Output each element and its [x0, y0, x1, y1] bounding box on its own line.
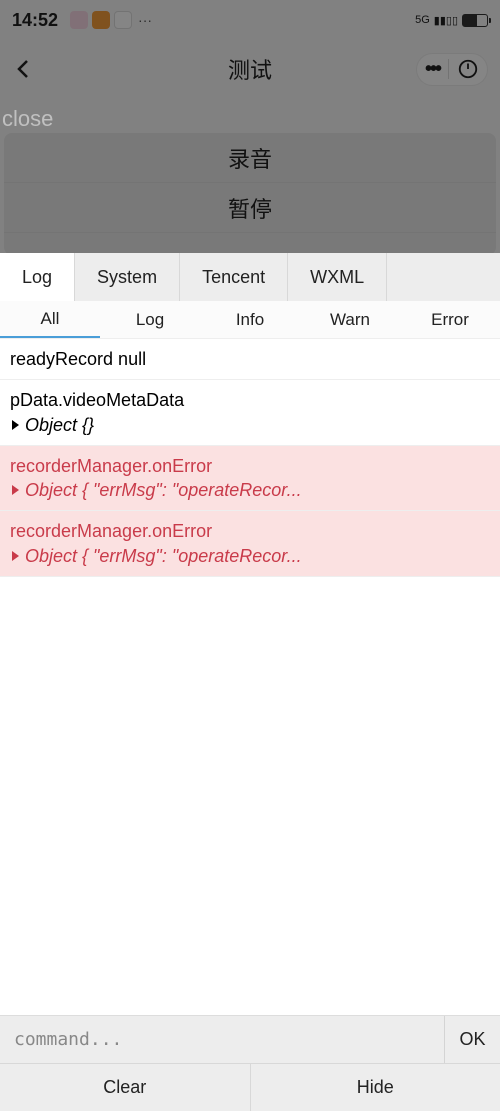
pause-button[interactable]: 暂停 [4, 183, 496, 233]
log-entry-error[interactable]: recorderManager.onError Object { "errMsg… [0, 446, 500, 512]
vconsole-filters: All Log Info Warn Error [0, 301, 500, 339]
filter-info[interactable]: Info [200, 301, 300, 338]
command-input[interactable] [0, 1016, 444, 1063]
log-object[interactable]: Object { "errMsg": "operateRecor... [10, 478, 490, 502]
command-row: OK [0, 1015, 500, 1063]
tab-log[interactable]: Log [0, 253, 75, 301]
action-card: 录音 暂停 [4, 133, 496, 255]
play-button-partial[interactable] [4, 233, 496, 255]
tab-system[interactable]: System [75, 253, 180, 301]
log-entry-error[interactable]: recorderManager.onError Object { "errMsg… [0, 511, 500, 577]
caret-icon [12, 485, 19, 495]
status-right: 5G ▮▮▯▯ [415, 14, 488, 27]
capsule-more-icon[interactable]: ••• [425, 58, 440, 81]
capsule-divider [448, 59, 449, 79]
capsule-close-icon[interactable] [457, 58, 479, 80]
nav-bar: 测试 ••• [0, 40, 500, 98]
log-text: recorderManager.onError [10, 454, 490, 478]
filter-warn[interactable]: Warn [300, 301, 400, 338]
status-time: 14:52 [12, 10, 58, 31]
signal-icon: ▮▮▯▯ [434, 14, 458, 27]
vconsole-panel: Log System Tencent WXML All Log Info War… [0, 253, 500, 1111]
filter-all[interactable]: All [0, 301, 100, 338]
caret-icon [12, 551, 19, 561]
app-icon-2 [92, 11, 110, 29]
log-entry[interactable]: readyRecord null [0, 339, 500, 380]
page-title: 测试 [228, 53, 272, 85]
app-icon-3 [114, 11, 132, 29]
close-label[interactable]: close [0, 106, 53, 132]
status-more-icon: ··· [138, 12, 152, 28]
log-text: pData.videoMetaData [10, 388, 490, 412]
log-object[interactable]: Object {} [10, 413, 490, 437]
record-button[interactable]: 录音 [4, 133, 496, 183]
log-entry[interactable]: pData.videoMetaData Object {} [0, 380, 500, 446]
clear-button[interactable]: Clear [0, 1064, 251, 1111]
command-ok-button[interactable]: OK [444, 1016, 500, 1063]
vconsole-footer: Clear Hide [0, 1063, 500, 1111]
log-text: readyRecord null [10, 347, 490, 371]
back-icon[interactable] [12, 57, 36, 81]
capsule-menu: ••• [416, 53, 488, 86]
log-list[interactable]: readyRecord null pData.videoMetaData Obj… [0, 339, 500, 1015]
app-icon-1 [70, 11, 88, 29]
battery-icon [462, 14, 488, 27]
vconsole-tabs: Log System Tencent WXML [0, 253, 500, 301]
tab-wxml[interactable]: WXML [288, 253, 387, 301]
filter-error[interactable]: Error [400, 301, 500, 338]
log-object[interactable]: Object { "errMsg": "operateRecor... [10, 544, 490, 568]
page-content: 录音 暂停 [0, 98, 500, 255]
tab-tencent[interactable]: Tencent [180, 253, 288, 301]
status-bar: 14:52 ··· 5G ▮▮▯▯ [0, 0, 500, 40]
filter-log[interactable]: Log [100, 301, 200, 338]
network-icon: 5G [415, 14, 430, 26]
caret-icon [12, 420, 19, 430]
hide-button[interactable]: Hide [251, 1064, 500, 1111]
status-app-icons [70, 11, 132, 29]
log-text: recorderManager.onError [10, 519, 490, 543]
